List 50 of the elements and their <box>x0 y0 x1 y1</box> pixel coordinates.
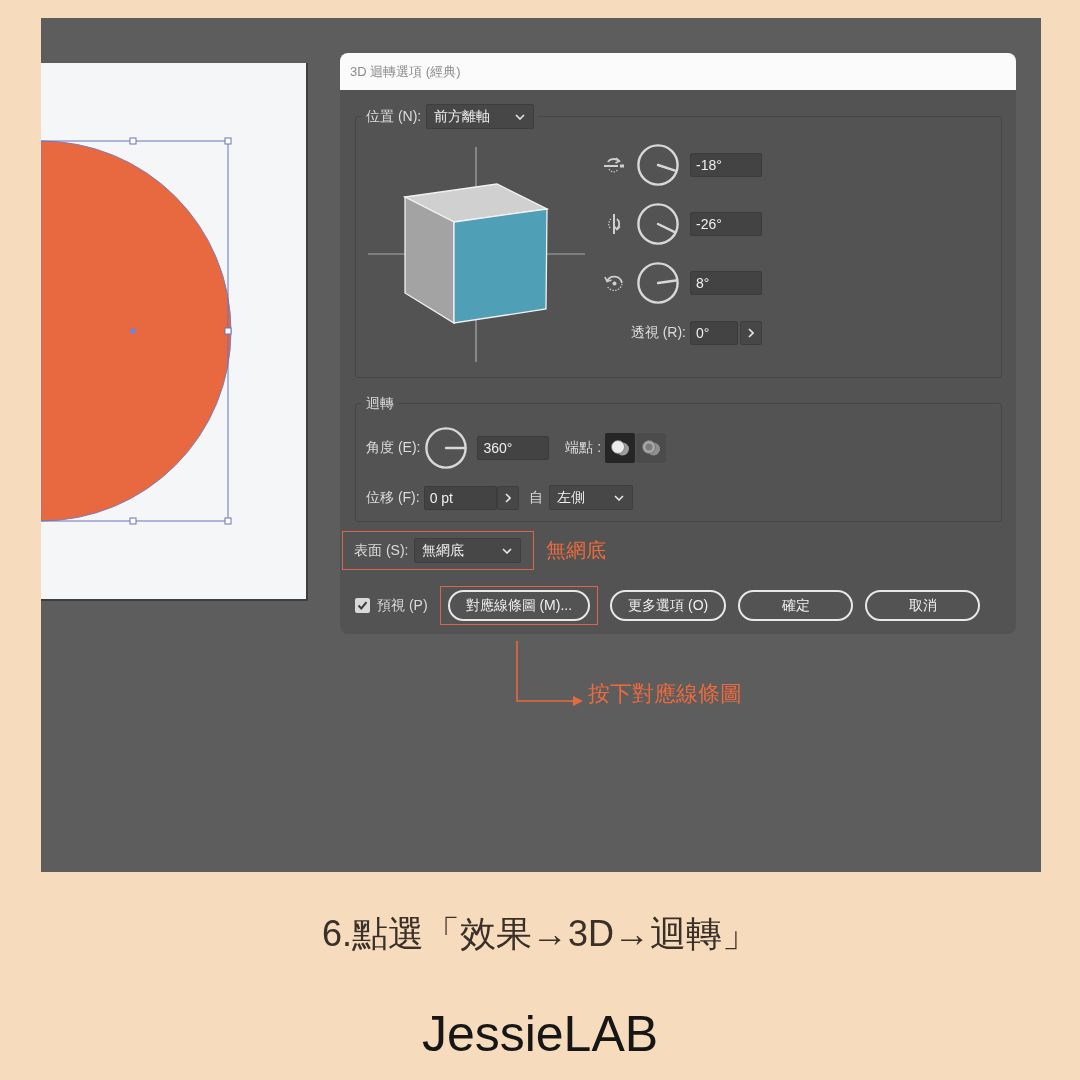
angle-dial[interactable] <box>637 144 679 186</box>
angle-dial[interactable] <box>637 203 679 245</box>
dialog-button[interactable]: 對應線條圖 (M)... <box>447 590 591 621</box>
selection-handle[interactable] <box>129 517 137 525</box>
slider-popup-button[interactable] <box>496 485 519 510</box>
center-point-icon <box>130 328 136 334</box>
offset-label: 位移 (F): <box>366 488 420 507</box>
angle-field[interactable]: 360° <box>477 436 550 460</box>
dialog-button[interactable]: 確定 <box>738 590 854 621</box>
from-label: 自 <box>528 488 543 507</box>
angle-field[interactable]: -26° <box>690 212 762 236</box>
from-dropdown[interactable]: 左側 <box>548 485 633 510</box>
dialog-button[interactable]: 取消 <box>865 590 981 621</box>
chevron-right-icon <box>748 328 754 338</box>
position-dropdown[interactable]: 前方離軸 <box>426 104 535 129</box>
surface-label: 表面 (S): <box>354 541 409 560</box>
selection-handle[interactable] <box>224 137 232 145</box>
cap-button[interactable] <box>605 433 636 463</box>
checkbox[interactable] <box>355 598 370 613</box>
selection-handle[interactable] <box>224 517 232 525</box>
annotation-text: 無網底 <box>546 538 607 563</box>
callout-arrow <box>516 641 584 707</box>
window-title: 3D 迴轉選項 (經典) <box>350 62 461 81</box>
selection-handle[interactable] <box>129 137 137 145</box>
chevron-right-icon <box>504 492 511 503</box>
chevron-down-icon <box>502 547 513 554</box>
dialog-button[interactable]: 更多選項 (O) <box>610 590 727 621</box>
cap-solid-icon <box>610 438 631 458</box>
angle-field[interactable]: -18° <box>690 153 762 177</box>
position-label: 位置 (N): <box>366 107 422 126</box>
offset-field[interactable]: 0 pt <box>423 485 497 510</box>
surface-dropdown[interactable]: 無網底 <box>414 538 522 563</box>
cap-label: 端點 : <box>565 439 602 457</box>
selection-handle[interactable] <box>224 327 232 335</box>
angle-field[interactable]: 8° <box>690 271 762 295</box>
step-caption: 6.點選「效果→3D→迴轉」 <box>321 912 758 956</box>
brand-name: JessieLAB <box>421 1005 659 1064</box>
callout-text: 按下對應線條圖 <box>588 681 742 707</box>
group-title: 迴轉 <box>366 394 394 413</box>
angle-dial[interactable] <box>637 262 679 304</box>
slider-popup-button[interactable] <box>740 321 762 345</box>
cube-preview-drawing[interactable] <box>368 147 585 363</box>
angle-dial[interactable] <box>425 427 468 469</box>
perspective-label: 透視 (R): <box>630 324 686 342</box>
angle-label: 角度 (E): <box>366 439 421 457</box>
chevron-down-icon <box>515 113 526 120</box>
chevron-down-icon <box>613 494 624 501</box>
perspective-field[interactable]: 0° <box>690 321 738 345</box>
cap-hollow-icon <box>641 438 662 458</box>
preview-label: 預視 (P) <box>377 596 428 615</box>
